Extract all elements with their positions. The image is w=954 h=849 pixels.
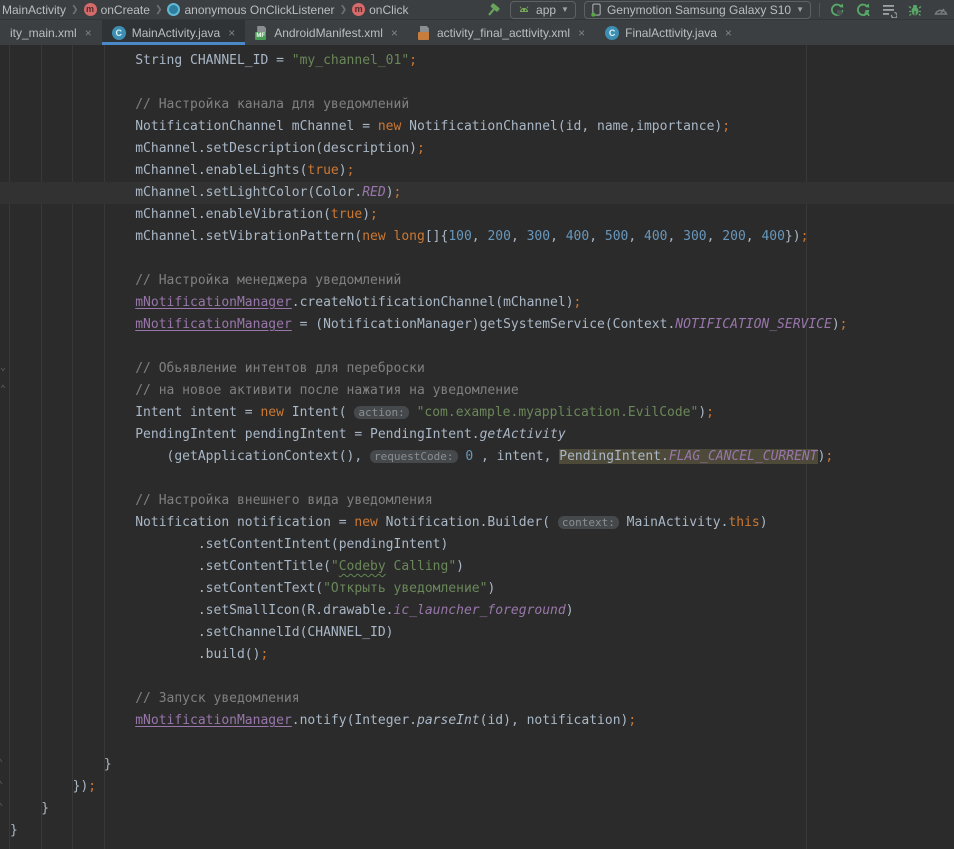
- code-line[interactable]: mChannel.setDescription(description);: [0, 138, 954, 160]
- code-line[interactable]: .setContentText("Открыть уведомление"): [0, 578, 954, 600]
- tab-androidmanifest-xml[interactable]: MF AndroidManifest.xml ×: [245, 20, 408, 45]
- android-studio-window: MainActivity ❯ m onCreate ❯ anonymous On…: [0, 0, 954, 849]
- tab-label: activity_final_acttivity.xml: [437, 26, 570, 40]
- code-editor[interactable]: String CHANNEL_ID = "my_channel_01"; // …: [0, 45, 954, 849]
- chevron-right-icon: ❯: [339, 4, 349, 15]
- fold-marker-icon[interactable]: ⌃: [0, 759, 3, 769]
- apply-code-changes-icon[interactable]: [880, 2, 898, 18]
- breadcrumb-onclick[interactable]: m onClick: [352, 3, 408, 17]
- code-line[interactable]: // Запуск уведомления: [0, 688, 954, 710]
- code-line[interactable]: .build();: [0, 644, 954, 666]
- code-line[interactable]: }: [0, 798, 954, 820]
- chevron-right-icon: ❯: [70, 4, 80, 15]
- apply-changes-icon[interactable]: A: [854, 2, 872, 18]
- close-icon[interactable]: ×: [578, 26, 585, 40]
- code-line[interactable]: String CHANNEL_ID = "my_channel_01";: [0, 50, 954, 72]
- tab-label: ity_main.xml: [10, 26, 77, 40]
- code-line[interactable]: }: [0, 820, 954, 842]
- breadcrumb: MainActivity ❯ m onCreate ❯ anonymous On…: [0, 3, 408, 17]
- tab-mainactivity-java[interactable]: C MainActivity.java ×: [102, 20, 246, 45]
- code-line[interactable]: }: [0, 754, 954, 776]
- code-line[interactable]: mNotificationManager.createNotificationC…: [0, 292, 954, 314]
- breadcrumb-label: anonymous OnClickListener: [184, 3, 334, 17]
- run-configuration-select[interactable]: app ▼: [510, 1, 576, 19]
- svg-text:A: A: [864, 9, 871, 18]
- code-line[interactable]: [0, 468, 954, 490]
- tab-label: FinalActtivity.java: [625, 26, 717, 40]
- method-icon: m: [84, 3, 97, 16]
- close-icon[interactable]: ×: [228, 26, 235, 40]
- tab-label: MainActivity.java: [132, 26, 220, 40]
- code-line[interactable]: .setContentTitle("Codeby Calling"): [0, 556, 954, 578]
- android-icon: [517, 3, 531, 16]
- fold-marker-icon[interactable]: ⌄: [0, 363, 6, 373]
- breadcrumb-label: MainActivity: [2, 3, 66, 17]
- manifest-file-icon: MF: [255, 26, 268, 40]
- run-configuration-label: app: [536, 3, 556, 17]
- code-line[interactable]: // Обьявление интентов для переброски: [0, 358, 954, 380]
- fold-marker-icon[interactable]: ⌃: [0, 803, 3, 813]
- code-line[interactable]: Intent intent = new Intent( action: "com…: [0, 402, 954, 424]
- code-line[interactable]: [0, 732, 954, 754]
- parameter-hint: context:: [558, 516, 619, 529]
- code-line[interactable]: mChannel.enableVibration(true);: [0, 204, 954, 226]
- code-line[interactable]: NotificationChannel mChannel = new Notif…: [0, 116, 954, 138]
- code-line[interactable]: // Настройка канала для уведомлений: [0, 94, 954, 116]
- rerun-icon[interactable]: [828, 2, 846, 18]
- breadcrumb-class[interactable]: MainActivity: [2, 3, 66, 17]
- code-line[interactable]: Notification notification = new Notifica…: [0, 512, 954, 534]
- code-line[interactable]: mChannel.enableLights(true);: [0, 160, 954, 182]
- build-hammer-icon[interactable]: [484, 2, 502, 18]
- close-icon[interactable]: ×: [85, 26, 92, 40]
- class-icon: C: [605, 26, 619, 40]
- code-line[interactable]: // Настройка внешнего вида уведомления: [0, 490, 954, 512]
- breadcrumb-label: onClick: [369, 3, 408, 17]
- editor-tab-bar: ity_main.xml × C MainActivity.java × MF …: [0, 20, 954, 45]
- tab-activity-final-acttivity-xml[interactable]: activity_final_acttivity.xml ×: [408, 20, 595, 45]
- code-line[interactable]: [0, 248, 954, 270]
- navigation-bar: MainActivity ❯ m onCreate ❯ anonymous On…: [0, 0, 954, 20]
- profile-icon[interactable]: [932, 2, 950, 18]
- code-line[interactable]: });: [0, 776, 954, 798]
- code-line[interactable]: .setSmallIcon(R.drawable.ic_launcher_for…: [0, 600, 954, 622]
- phone-icon: [591, 3, 602, 17]
- tab-activity-main-xml[interactable]: ity_main.xml ×: [0, 20, 102, 45]
- code-line[interactable]: [0, 666, 954, 688]
- device-select[interactable]: Genymotion Samsung Galaxy S10 ▼: [584, 1, 811, 19]
- breadcrumb-anonymous-class[interactable]: anonymous OnClickListener: [167, 3, 334, 17]
- code-line[interactable]: [0, 72, 954, 94]
- code-line[interactable]: PendingIntent pendingIntent = PendingInt…: [0, 424, 954, 446]
- code-line[interactable]: .setChannelId(CHANNEL_ID): [0, 622, 954, 644]
- close-icon[interactable]: ×: [391, 26, 398, 40]
- fold-marker-icon[interactable]: ⌃: [0, 385, 6, 395]
- code-line[interactable]: mNotificationManager.notify(Integer.pars…: [0, 710, 954, 732]
- breadcrumb-label: onCreate: [101, 3, 150, 17]
- toolbar-separator: [819, 3, 820, 17]
- code-line[interactable]: [0, 336, 954, 358]
- code-line[interactable]: mChannel.setVibrationPattern(new long[]{…: [0, 226, 954, 248]
- code-line[interactable]: (getApplicationContext(), requestCode: 0…: [0, 446, 954, 468]
- code-line[interactable]: mNotificationManager = (NotificationMana…: [0, 314, 954, 336]
- device-label: Genymotion Samsung Galaxy S10: [607, 3, 791, 17]
- debug-icon[interactable]: [906, 2, 924, 18]
- close-icon[interactable]: ×: [725, 26, 732, 40]
- chevron-down-icon: ▼: [796, 5, 804, 14]
- tab-label: AndroidManifest.xml: [274, 26, 383, 40]
- chevron-right-icon: ❯: [154, 4, 164, 15]
- code-line[interactable]: // Настройка менеджера уведомлений: [0, 270, 954, 292]
- code-line[interactable]: mChannel.setLightColor(Color.RED);: [0, 182, 954, 204]
- code-line[interactable]: // на новое активити после нажатия на ув…: [0, 380, 954, 402]
- method-icon: m: [352, 3, 365, 16]
- breadcrumb-oncreate[interactable]: m onCreate: [84, 3, 150, 17]
- class-icon: C: [112, 26, 126, 40]
- tab-finalacttivity-java[interactable]: C FinalActtivity.java ×: [595, 20, 742, 45]
- anonymous-class-icon: [167, 3, 180, 16]
- parameter-hint: requestCode:: [370, 450, 457, 463]
- xml-file-icon: [418, 26, 431, 40]
- code-line[interactable]: .setContentIntent(pendingIntent): [0, 534, 954, 556]
- chevron-down-icon: ▼: [561, 5, 569, 14]
- run-toolbar: app ▼ Genymotion Samsung Galaxy S10 ▼: [484, 1, 954, 19]
- fold-marker-icon[interactable]: ⌃: [0, 781, 3, 791]
- parameter-hint: action:: [354, 406, 408, 419]
